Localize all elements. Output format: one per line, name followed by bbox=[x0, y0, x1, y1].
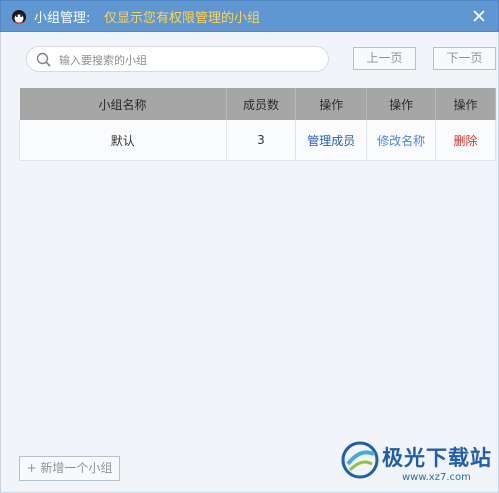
column-header-action: 操作 bbox=[295, 88, 368, 120]
watermark: 极光下载站 www.xz7.com bbox=[340, 438, 492, 488]
delete-group-link[interactable]: 删除 bbox=[454, 134, 478, 148]
window-subtitle: 仅显示您有权限管理的小组 bbox=[104, 11, 261, 26]
title-bar: 小组管理: 仅显示您有权限管理的小组 bbox=[0, 0, 499, 32]
member-count-cell: 3 bbox=[226, 120, 297, 161]
watermark-url: www.xz7.com bbox=[402, 472, 471, 483]
window-title: 小组管理: bbox=[34, 11, 91, 26]
dialog-body: 上一页 下一页 小组名称 成员数 操作 操作 操作 默认 3 管理成员 bbox=[0, 32, 499, 493]
next-page-button[interactable]: 下一页 bbox=[433, 47, 496, 70]
app-logo-icon bbox=[12, 10, 26, 25]
rename-group-link[interactable]: 修改名称 bbox=[377, 134, 425, 148]
column-header-action: 操作 bbox=[366, 88, 437, 120]
prev-page-button[interactable]: 上一页 bbox=[353, 47, 416, 70]
manage-members-cell: 管理成员 bbox=[295, 120, 368, 161]
rename-cell: 修改名称 bbox=[366, 120, 437, 161]
search-input[interactable] bbox=[57, 50, 321, 70]
search-box[interactable] bbox=[26, 46, 329, 72]
column-header-members: 成员数 bbox=[226, 88, 297, 120]
watermark-logo-icon bbox=[341, 441, 379, 479]
delete-cell: 删除 bbox=[435, 120, 496, 161]
column-header-action: 操作 bbox=[435, 88, 496, 120]
group-name-cell: 默认 bbox=[19, 120, 227, 161]
manage-members-link[interactable]: 管理成员 bbox=[307, 134, 355, 148]
column-header-name: 小组名称 bbox=[19, 88, 227, 120]
watermark-brand: 极光下载站 bbox=[382, 446, 492, 470]
add-group-button[interactable]: + 新增一个小组 bbox=[19, 456, 120, 481]
table-row: 默认 3 管理成员 修改名称 删除 bbox=[19, 120, 496, 161]
search-icon bbox=[36, 52, 51, 67]
group-table: 小组名称 成员数 操作 操作 操作 默认 3 管理成员 修改名称 删除 bbox=[19, 88, 496, 161]
table-header-row: 小组名称 成员数 操作 操作 操作 bbox=[19, 88, 496, 120]
close-icon[interactable] bbox=[470, 7, 488, 25]
